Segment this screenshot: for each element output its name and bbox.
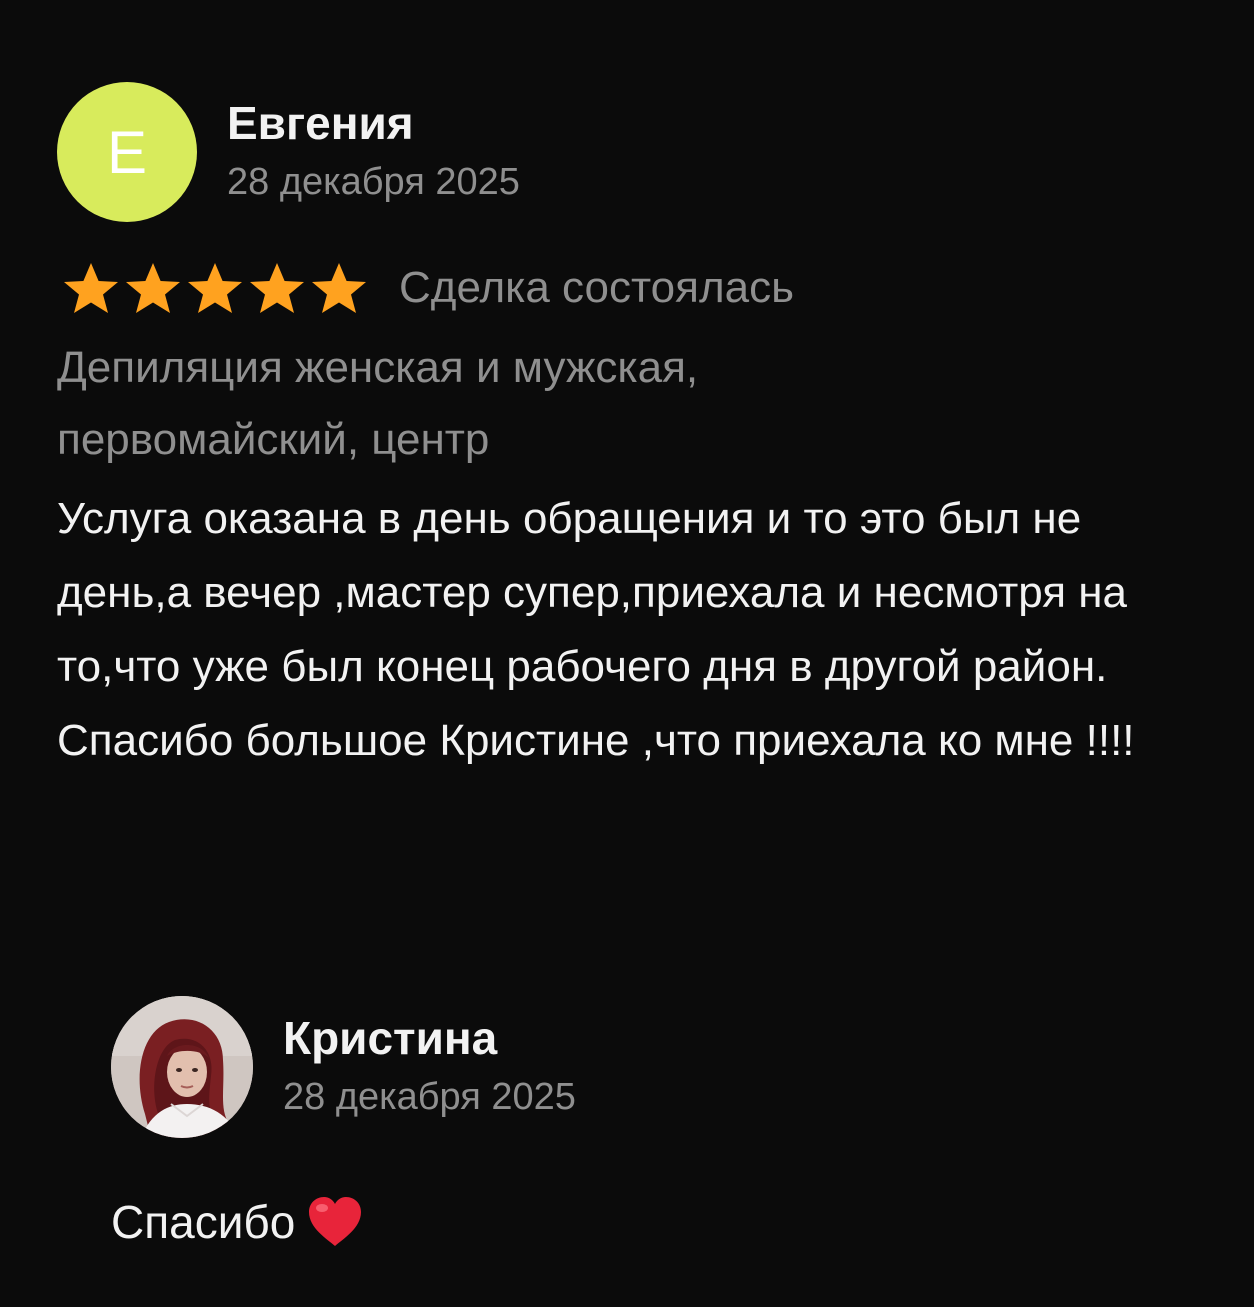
review-date: 28 декабря 2025 [227,161,520,203]
reply-card: Кристина 28 декабря 2025 Спасибо [111,996,1211,1252]
star-icon [123,260,183,316]
reply-text-row: Спасибо [111,1192,1211,1252]
service-name: Депиляция женская и мужская, первомайски… [57,343,699,464]
review-card: Е Евгения 28 декабря 2025 Сделка состоял… [57,82,1227,778]
star-rating [61,260,369,316]
author-meta: Евгения 28 декабря 2025 [227,95,520,209]
avatar[interactable]: Е [57,82,197,222]
star-icon [247,260,307,316]
deal-status: Сделка состоялась [399,263,795,312]
review-text: Услуга оказана в день обращения и то это… [57,494,1135,765]
avatar[interactable] [111,996,253,1138]
rating-row: Сделка состоялась [57,260,1227,316]
reply-author-name[interactable]: Кристина [283,1010,576,1066]
star-icon [61,260,121,316]
reply-meta: Кристина 28 декабря 2025 [283,1010,576,1124]
star-icon [185,260,245,316]
reply-date: 28 декабря 2025 [283,1076,576,1118]
author-name[interactable]: Евгения [227,95,520,151]
star-icon [309,260,369,316]
reply-author-row: Кристина 28 декабря 2025 [111,996,1211,1138]
review-author-row: Е Евгения 28 декабря 2025 [57,82,1227,222]
avatar-initial: Е [106,118,148,186]
profile-photo-icon [111,996,253,1138]
red-heart-icon [305,1194,365,1250]
reply-text: Спасибо [111,1196,296,1248]
